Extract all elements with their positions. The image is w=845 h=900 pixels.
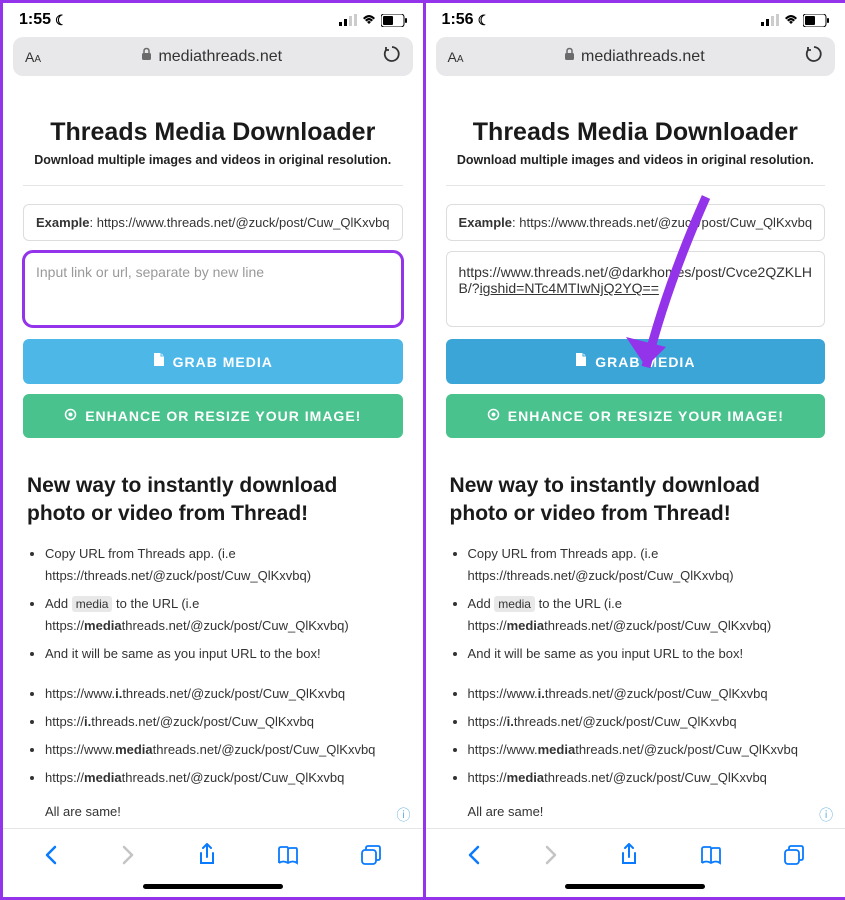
list-item: https://www.i.threads.net/@zuck/post/Cuw…	[468, 683, 822, 705]
instructions-list: Copy URL from Threads app. (i.e https://…	[45, 543, 399, 665]
examples-list: https://www.i.threads.net/@zuck/post/Cuw…	[468, 683, 822, 789]
grab-media-button[interactable]: GRAB MEDIA	[23, 339, 403, 384]
tabs-icon[interactable]	[783, 844, 805, 871]
section-title: New way to instantly download photo or v…	[27, 472, 399, 529]
divider	[446, 185, 826, 186]
tabs-icon[interactable]	[360, 844, 382, 871]
moon-icon: ☾	[478, 12, 491, 29]
divider	[23, 185, 403, 186]
bookmarks-icon[interactable]	[277, 845, 299, 870]
status-bar: 1:56 ☾	[426, 3, 845, 31]
home-indicator[interactable]	[143, 884, 283, 889]
grab-media-button[interactable]: GRAB MEDIA	[446, 339, 826, 384]
url-bar[interactable]: AA mediathreads.net	[436, 37, 836, 76]
info-icon[interactable]: ⓘ	[819, 805, 833, 825]
phone-right: 1:56 ☾ AA mediathreads.net Threads Med	[426, 3, 845, 897]
all-same-text: All are same!	[45, 804, 399, 819]
list-item: https://mediathreads.net/@zuck/post/Cuw_…	[468, 767, 822, 789]
enhance-button[interactable]: ENHANCE OR RESIZE YOUR IMAGE!	[446, 394, 826, 438]
status-time: 1:56	[442, 11, 474, 29]
status-time: 1:55	[19, 11, 51, 29]
enhance-button[interactable]: ENHANCE OR RESIZE YOUR IMAGE!	[23, 394, 403, 438]
forward-icon	[120, 845, 136, 870]
share-icon[interactable]	[197, 843, 217, 872]
moon-icon: ☾	[55, 12, 68, 29]
page-subtitle: Download multiple images and videos in o…	[9, 153, 417, 167]
lock-icon	[141, 47, 152, 66]
list-item: https://i.threads.net/@zuck/post/Cuw_QlK…	[468, 711, 822, 733]
text-size-icon[interactable]: AA	[448, 49, 464, 65]
file-icon	[575, 353, 587, 370]
status-indicators	[761, 14, 829, 27]
bottom-toolbar	[3, 828, 423, 878]
list-item: Copy URL from Threads app. (i.e https://…	[45, 543, 399, 587]
url-domain: mediathreads.net	[158, 48, 282, 66]
example-box: Example: https://www.threads.net/@zuck/p…	[446, 204, 826, 241]
url-input[interactable]: Input link or url, separate by new line	[23, 251, 403, 327]
examples-list: https://www.i.threads.net/@zuck/post/Cuw…	[45, 683, 399, 789]
list-item: https://i.threads.net/@zuck/post/Cuw_QlK…	[45, 711, 399, 733]
bookmarks-icon[interactable]	[700, 845, 722, 870]
status-indicators	[339, 14, 407, 27]
phone-left: 1:55 ☾ AA mediathreads.net Threads Med	[3, 3, 426, 897]
list-item: And it will be same as you input URL to …	[45, 643, 399, 665]
page-title: Threads Media Downloader	[9, 118, 417, 147]
url-domain: mediathreads.net	[581, 48, 705, 66]
list-item: https://mediathreads.net/@zuck/post/Cuw_…	[45, 767, 399, 789]
home-indicator[interactable]	[565, 884, 705, 889]
list-item: https://www.i.threads.net/@zuck/post/Cuw…	[45, 683, 399, 705]
url-bar[interactable]: AA mediathreads.net	[13, 37, 413, 76]
gear-icon	[64, 408, 77, 424]
refresh-icon[interactable]	[383, 45, 401, 68]
list-item: And it will be same as you input URL to …	[468, 643, 822, 665]
all-same-text: All are same!	[468, 804, 822, 819]
info-icon[interactable]: ⓘ	[397, 805, 411, 825]
example-box: Example: https://www.threads.net/@zuck/p…	[23, 204, 403, 241]
status-bar: 1:55 ☾	[3, 3, 423, 31]
list-item: Add media to the URL (i.e https://mediat…	[45, 593, 399, 637]
back-icon[interactable]	[43, 845, 59, 870]
text-size-icon[interactable]: AA	[25, 49, 41, 65]
instructions-list: Copy URL from Threads app. (i.e https://…	[468, 543, 822, 665]
list-item: https://www.mediathreads.net/@zuck/post/…	[45, 739, 399, 761]
forward-icon	[543, 845, 559, 870]
section-title: New way to instantly download photo or v…	[450, 472, 822, 529]
list-item: Add media to the URL (i.e https://mediat…	[468, 593, 822, 637]
back-icon[interactable]	[466, 845, 482, 870]
list-item: Copy URL from Threads app. (i.e https://…	[468, 543, 822, 587]
list-item: https://www.mediathreads.net/@zuck/post/…	[468, 739, 822, 761]
page-subtitle: Download multiple images and videos in o…	[432, 153, 840, 167]
lock-icon	[564, 47, 575, 66]
share-icon[interactable]	[619, 843, 639, 872]
url-input[interactable]: https://www.threads.net/@darkhomes/post/…	[446, 251, 826, 327]
bottom-toolbar	[426, 828, 845, 878]
page-title: Threads Media Downloader	[432, 118, 840, 147]
file-icon	[153, 353, 165, 370]
refresh-icon[interactable]	[805, 45, 823, 68]
gear-icon	[487, 408, 500, 424]
